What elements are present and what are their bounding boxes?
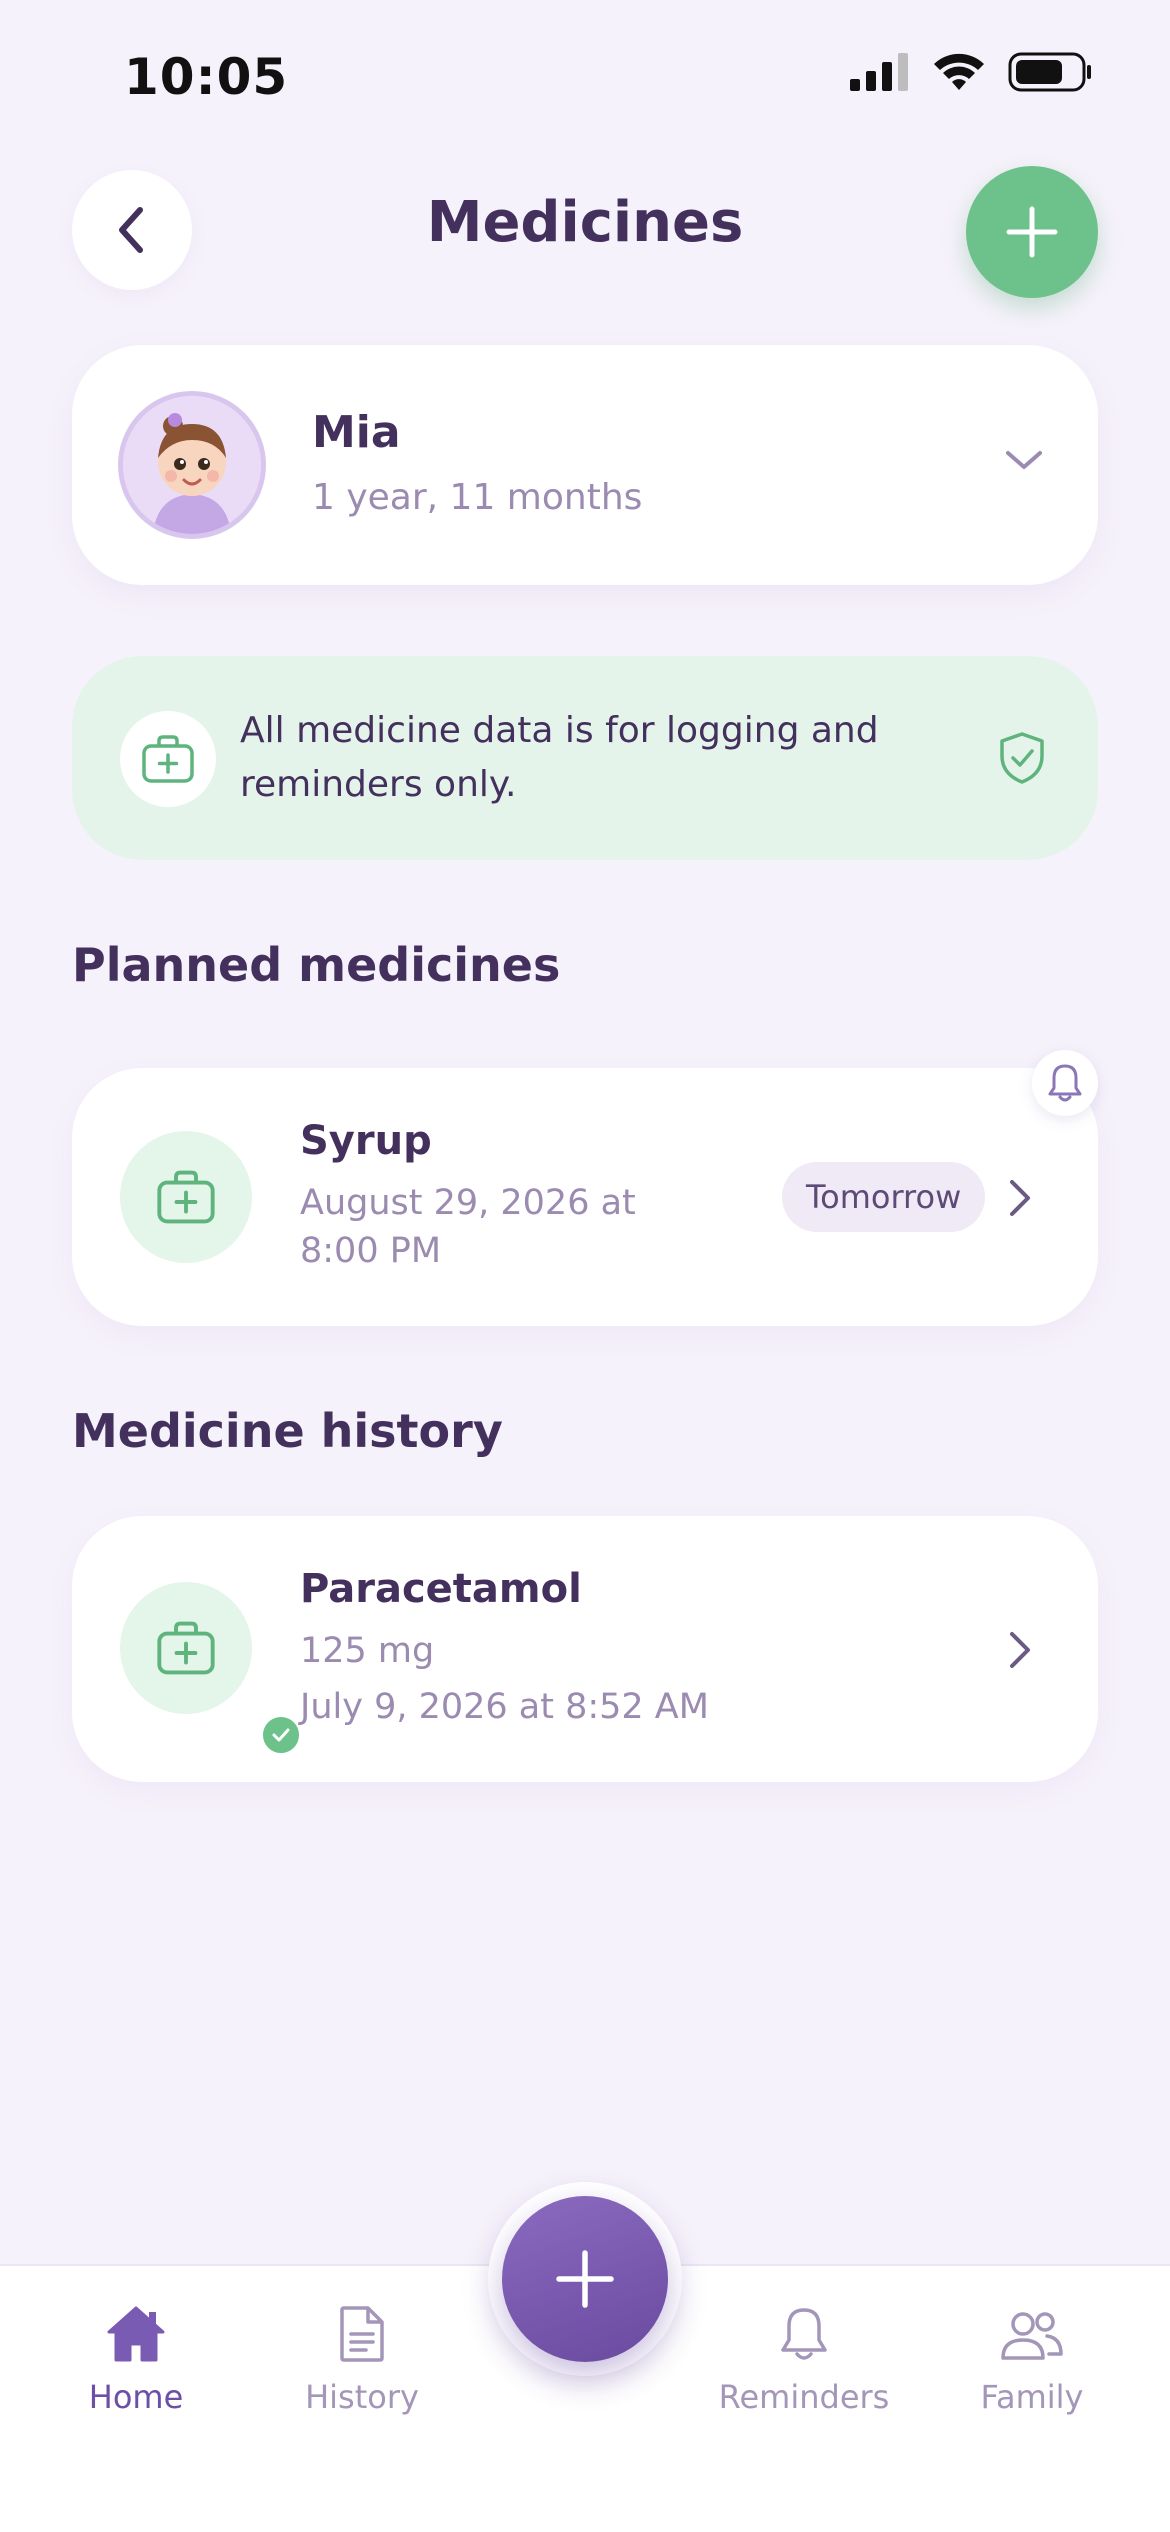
info-banner: All medicine data is for logging and rem… <box>72 656 1098 860</box>
child-selector[interactable]: Mia 1 year, 11 months <box>72 345 1098 585</box>
add-medicine-button[interactable] <box>966 166 1098 298</box>
plus-icon <box>1006 206 1058 258</box>
medical-kit-icon <box>157 1170 215 1224</box>
status-badge: Tomorrow <box>782 1162 986 1232</box>
signal-icon <box>850 53 908 91</box>
document-icon <box>340 2306 384 2362</box>
medicine-name: Syrup <box>300 1118 432 1164</box>
history-medicine-item[interactable]: Paracetamol 125 mg July 9, 2026 at 8:52 … <box>72 1516 1098 1782</box>
people-icon <box>1001 2312 1063 2360</box>
battery-icon <box>1008 52 1091 92</box>
taken-check-icon <box>258 1712 304 1758</box>
add-entry-fab[interactable] <box>502 2196 668 2362</box>
nav-reminders[interactable]: Reminders <box>704 2294 904 2416</box>
medicine-name: Paracetamol <box>300 1566 582 1612</box>
reminder-bell-button[interactable] <box>1032 1050 1098 1116</box>
history-section-title: Medicine history <box>72 1404 503 1458</box>
avatar <box>118 391 266 539</box>
info-text: All medicine data is for logging and rem… <box>240 710 879 805</box>
chevron-right-icon <box>1010 1180 1030 1216</box>
wifi-icon <box>934 53 984 90</box>
status-time: 10:05 <box>124 48 289 106</box>
medical-kit-icon <box>142 735 194 783</box>
medicine-datetime-line2: 8:00 PM <box>300 1231 442 1271</box>
planned-section-title: Planned medicines <box>72 938 561 992</box>
shield-check-icon <box>1000 732 1044 784</box>
nav-history[interactable]: History <box>262 2294 462 2416</box>
nav-family-label: Family <box>980 2378 1084 2416</box>
home-icon <box>107 2306 165 2362</box>
nav-family[interactable]: Family <box>932 2294 1132 2416</box>
bell-icon <box>1048 1064 1082 1102</box>
plus-icon <box>556 2250 614 2308</box>
planned-medicine-item[interactable]: Syrup August 29, 2026 at 8:00 PM Tomorro… <box>72 1068 1098 1326</box>
child-age: 1 year, 11 months <box>312 477 643 518</box>
medicine-icon-wrap <box>120 1582 304 1758</box>
nav-home-label: Home <box>88 2378 184 2416</box>
medical-kit-icon-wrap <box>120 711 216 807</box>
chevron-right-icon <box>1010 1632 1030 1668</box>
nav-history-label: History <box>305 2378 419 2416</box>
medicine-dose: 125 mg <box>300 1631 435 1671</box>
medicine-icon-wrap <box>120 1131 252 1263</box>
nav-reminders-label: Reminders <box>718 2378 890 2416</box>
child-name: Mia <box>312 407 401 458</box>
nav-home[interactable]: Home <box>36 2294 236 2416</box>
baby-avatar-icon <box>123 396 261 534</box>
chevron-down-icon <box>1006 451 1042 469</box>
medicine-datetime-line1: August 29, 2026 at <box>300 1183 636 1223</box>
medical-kit-icon <box>157 1621 215 1675</box>
bell-icon <box>781 2308 827 2360</box>
status-icons <box>850 52 1092 92</box>
medicine-datetime: July 9, 2026 at 8:52 AM <box>300 1687 709 1727</box>
